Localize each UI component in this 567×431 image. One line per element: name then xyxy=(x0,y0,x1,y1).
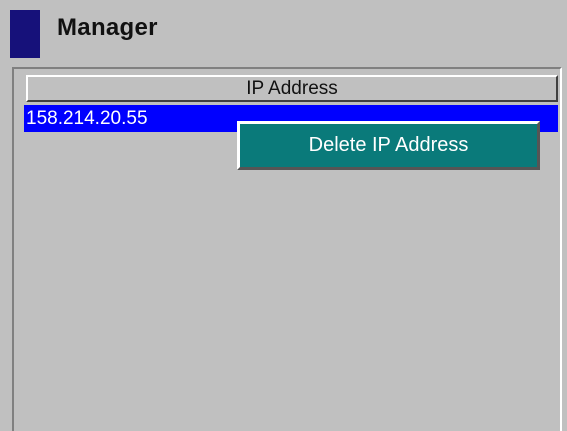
manager-window: Manager IP Address 158.214.20.55 Delete … xyxy=(0,0,567,431)
delete-ip-address-menu-item[interactable]: Delete IP Address xyxy=(240,124,537,167)
title-accent-bar xyxy=(10,10,40,58)
context-menu: Delete IP Address xyxy=(237,121,540,170)
column-header-ip-address[interactable]: IP Address xyxy=(26,75,558,102)
window-title: Manager xyxy=(57,14,158,41)
